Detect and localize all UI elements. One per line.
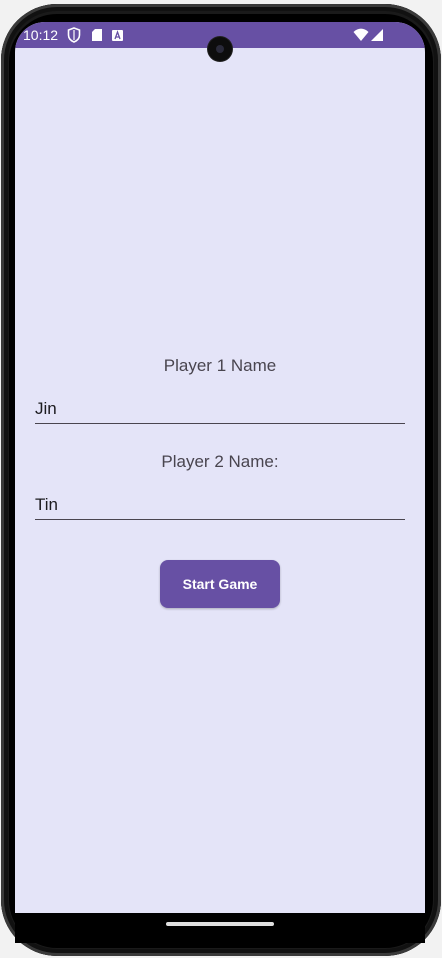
sd-card-icon xyxy=(90,27,104,43)
player1-name-value[interactable]: Jin xyxy=(35,399,57,419)
start-game-button[interactable]: Start Game xyxy=(160,560,280,608)
app-screen: 10:12 Player 1 Name Jin Player 2 Name: T… xyxy=(15,22,425,913)
player1-name-field[interactable]: Jin xyxy=(35,393,405,424)
player1-label: Player 1 Name xyxy=(163,356,277,375)
shield-icon xyxy=(67,27,81,43)
player2-name-value[interactable]: Tin xyxy=(35,495,58,515)
signal-icon xyxy=(370,27,384,43)
home-indicator[interactable] xyxy=(166,922,274,926)
font-a-icon xyxy=(111,27,125,43)
player2-name-field[interactable]: Tin xyxy=(35,489,405,520)
page-frame: 10:12 Player 1 Name Jin Player 2 Name: T… xyxy=(0,0,442,958)
status-time: 10:12 xyxy=(23,27,59,43)
player2-label: Player 2 Name: xyxy=(161,452,279,471)
front-camera xyxy=(208,37,232,61)
wifi-icon xyxy=(353,27,369,43)
navigation-bar xyxy=(15,913,425,943)
